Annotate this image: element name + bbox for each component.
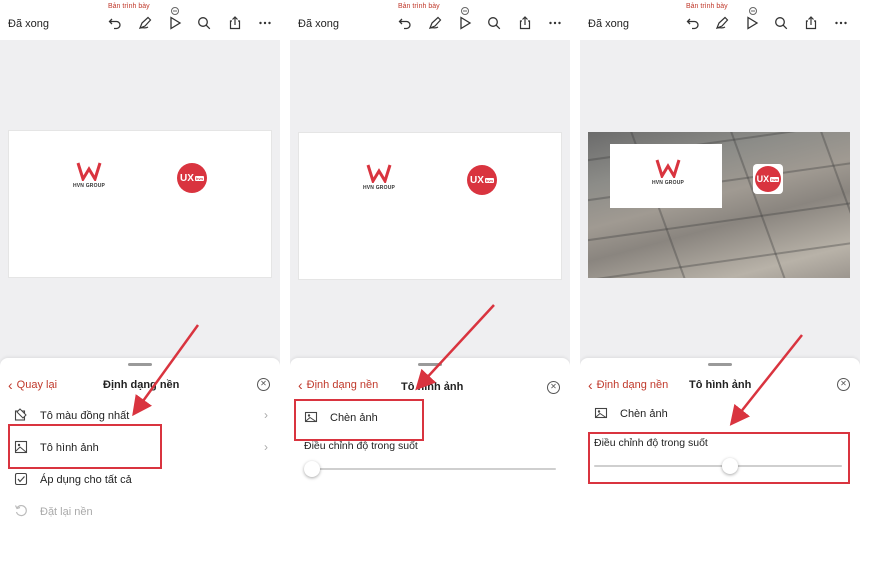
chevron-left-icon: ‹	[298, 377, 303, 393]
slide-with-photo-background[interactable]: HVN GROUP UX hvn	[588, 132, 850, 278]
sheet-title: Tô hình ảnh	[401, 381, 464, 393]
sheet-grabber[interactable]	[128, 363, 152, 366]
cloud-sync-icon	[170, 3, 180, 15]
hvn-logo: HVN GROUP	[648, 158, 688, 192]
more-icon[interactable]	[258, 16, 272, 30]
toolbar: Đã xong Bản trình bày	[0, 0, 280, 40]
share-icon[interactable]	[804, 16, 818, 30]
cloud-sync-icon	[460, 3, 470, 15]
toolbar: Đã xong Bản trình bày	[290, 0, 570, 40]
transparency-label: Điều chỉnh độ trong suốt	[304, 440, 418, 452]
pen-icon[interactable]	[428, 16, 442, 30]
sheet-grabber[interactable]	[708, 363, 732, 366]
toolbar: Đã xong Bản trình bày	[580, 0, 860, 40]
more-icon[interactable]	[548, 16, 562, 30]
panel-image-fill: Đã xong Bản trình bày HVN GROUP UX hvn ‹ Đ…	[290, 0, 570, 561]
hvn-logo: HVN GROUP	[69, 161, 109, 195]
back-button[interactable]: ‹ Quay lại	[8, 377, 57, 393]
row-reset-background[interactable]: Đặt lại nền	[0, 498, 280, 526]
slide-canvas: HVN GROUP UX hvn	[0, 40, 280, 370]
sheet-grabber[interactable]	[418, 363, 442, 366]
undo-icon[interactable]	[108, 16, 122, 30]
fill-color-icon	[14, 408, 28, 422]
cloud-sync-icon	[748, 3, 758, 15]
more-icon[interactable]	[834, 16, 848, 30]
slide[interactable]: HVN GROUP UX hvn	[298, 132, 562, 280]
ux-logo: UX hvn	[755, 166, 781, 192]
transparency-slider-thumb[interactable]	[304, 461, 320, 477]
highlight-box	[8, 424, 162, 469]
document-title[interactable]: Bản trình bày	[686, 3, 728, 10]
document-title[interactable]: Bản trình bày	[398, 3, 440, 10]
chevron-left-icon: ‹	[588, 377, 593, 393]
ux-logo-frame: UX hvn	[753, 164, 783, 194]
search-icon[interactable]	[774, 16, 788, 30]
sheet-title: Định dạng nền	[103, 379, 180, 391]
row-apply-all[interactable]: Áp dụng cho tất cả	[0, 466, 280, 494]
insert-image-icon	[594, 406, 608, 420]
close-icon[interactable]: ✕	[837, 378, 850, 391]
done-button[interactable]: Đã xong	[588, 18, 629, 30]
back-button[interactable]: ‹ Định dạng nền	[298, 377, 378, 393]
panel-image-fill-transparency: Đã xong Bản trình bày HVN GROUP UX hvn ‹…	[580, 0, 860, 561]
chevron-right-icon: ›	[264, 408, 268, 422]
share-icon[interactable]	[518, 16, 532, 30]
row-insert-image[interactable]: Chèn ảnh	[580, 400, 860, 428]
reset-icon	[14, 504, 28, 518]
transparency-slider-track[interactable]	[304, 468, 556, 470]
pen-icon[interactable]	[715, 16, 729, 30]
slide-canvas: HVN GROUP UX hvn	[290, 40, 570, 370]
close-icon[interactable]: ✕	[257, 378, 270, 391]
ux-logo: UX hvn	[467, 165, 497, 195]
close-icon[interactable]: ✕	[547, 381, 560, 394]
search-icon[interactable]	[197, 16, 211, 30]
image-fill-sheet: ‹ Định dạng nền Tô hình ảnh ✕ Chèn ảnh Đi…	[290, 358, 570, 561]
document-title[interactable]: Bản trình bày	[108, 3, 150, 10]
inner-slide: HVN GROUP	[610, 144, 722, 208]
sheet-title: Tô hình ảnh	[689, 379, 752, 391]
undo-icon[interactable]	[398, 16, 412, 30]
hvn-logo: HVN GROUP	[359, 163, 399, 197]
undo-icon[interactable]	[686, 16, 700, 30]
search-icon[interactable]	[487, 16, 501, 30]
done-button[interactable]: Đã xong	[298, 18, 339, 30]
checkbox-icon	[14, 472, 28, 486]
chevron-left-icon: ‹	[8, 377, 13, 393]
done-button[interactable]: Đã xong	[8, 18, 49, 30]
highlight-box	[588, 432, 850, 484]
share-icon[interactable]	[228, 16, 242, 30]
play-icon[interactable]	[168, 16, 182, 30]
play-icon[interactable]	[745, 16, 759, 30]
play-icon[interactable]	[458, 16, 472, 30]
panel-format-background: Đã xong Bản trình bày HVN GROUP UX hvn ‹ Q…	[0, 0, 280, 561]
pen-icon[interactable]	[138, 16, 152, 30]
back-button[interactable]: ‹ Định dạng nền	[588, 377, 668, 393]
slide-canvas: HVN GROUP UX hvn	[580, 40, 860, 370]
highlight-box	[294, 399, 424, 441]
chevron-right-icon: ›	[264, 440, 268, 454]
slide[interactable]: HVN GROUP UX hvn	[8, 130, 272, 278]
ux-logo: UX hvn	[177, 163, 207, 193]
